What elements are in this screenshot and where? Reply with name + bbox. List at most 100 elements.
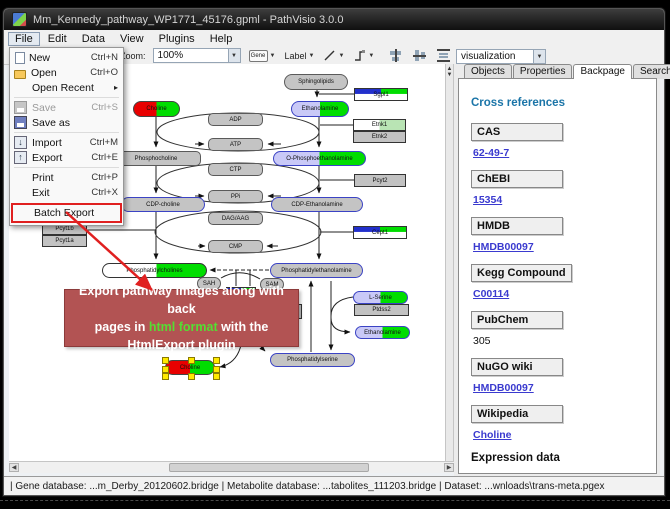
node-phosphatidylcholines[interactable]: Phosphatidylcholines xyxy=(102,263,207,278)
menu-file[interactable]: File xyxy=(8,32,40,46)
menu-view[interactable]: View xyxy=(113,32,151,46)
file-menu-item-new[interactable]: NewCtrl+N xyxy=(11,50,122,65)
node-l-serine[interactable]: L-Serine xyxy=(353,291,408,304)
chevron-down-icon[interactable]: ▼ xyxy=(338,53,344,59)
file-menu-item-import[interactable]: ImportCtrl+M xyxy=(11,135,122,150)
annotation-callout: Export pathway images along with back pa… xyxy=(64,289,299,347)
save-icon xyxy=(14,101,27,114)
chevron-down-icon[interactable]: ▼ xyxy=(309,53,315,59)
file-menu-item-open-recent[interactable]: Open Recent▸ xyxy=(11,80,122,95)
selection-handle[interactable] xyxy=(213,373,220,380)
menu-edit[interactable]: Edit xyxy=(41,32,74,46)
add-label-button[interactable]: Label ▼ xyxy=(283,51,315,61)
toolbar-align-vertical-center-button[interactable] xyxy=(388,49,403,62)
node-etnk2[interactable]: Etnk2 xyxy=(353,131,406,143)
file-menu-item-print[interactable]: PrintCtrl+P xyxy=(11,170,122,185)
selection-handle[interactable] xyxy=(162,373,169,380)
node-o-phosphoethanolamine[interactable]: O-Phosphoethanolamine xyxy=(273,151,366,166)
crossref-link[interactable]: Choline xyxy=(473,429,656,441)
crossref-link[interactable]: HMDB00097 xyxy=(473,382,656,394)
node-label: Pcyt2 xyxy=(372,178,387,184)
file-menu-item-export[interactable]: ExportCtrl+E xyxy=(11,150,122,165)
zoom-combobox[interactable]: 100% ▼ xyxy=(153,48,241,63)
canvas-horizontal-scrollbar[interactable]: ◀ ▶ xyxy=(9,461,454,473)
chevron-down-icon[interactable]: ▼ xyxy=(270,53,276,59)
node-label: ATP xyxy=(230,142,241,148)
connector-tool-button[interactable]: ▼ xyxy=(352,49,375,62)
selection-handle[interactable] xyxy=(162,366,169,373)
menu-item-label: Open xyxy=(31,67,86,79)
node-adp[interactable]: ADP xyxy=(208,113,263,126)
crossref-link[interactable]: 62-49-7 xyxy=(473,147,656,159)
annotation-line-2: pages in html format with the xyxy=(65,318,298,336)
selection-handle[interactable] xyxy=(188,357,195,364)
menu-item-label: Save as xyxy=(32,117,114,129)
file-menu-item-save[interactable]: SaveCtrl+S xyxy=(11,100,122,115)
toolbar-align-horizontal-center-button[interactable] xyxy=(412,49,427,62)
node-label: Pcyt1a xyxy=(55,238,73,244)
selection-handle[interactable] xyxy=(188,373,195,380)
canvas-splitter-scrollbar[interactable]: ▲ ▼ xyxy=(445,64,454,461)
selection-handle[interactable] xyxy=(162,357,169,364)
menu-plugins[interactable]: Plugins xyxy=(152,32,202,46)
node-phosphatidylserine[interactable]: Phosphatidylserine xyxy=(270,353,355,367)
status-text: | Gene database: ...m_Derby_20120602.bri… xyxy=(10,481,604,492)
chevron-down-icon[interactable]: ▼ xyxy=(228,49,240,62)
node-atp[interactable]: ATP xyxy=(208,138,263,151)
node-ppi[interactable]: PPi xyxy=(208,190,263,203)
node-choline[interactable]: Choline xyxy=(165,360,215,375)
file-menu-item-batch-export[interactable]: Batch Export xyxy=(11,203,122,223)
chevron-down-icon[interactable]: ▼ xyxy=(368,53,374,59)
node-ctp[interactable]: CTP xyxy=(208,163,263,176)
node-ptdss2[interactable]: Ptdss2 xyxy=(354,304,409,316)
node-phosphocholine[interactable]: Phosphocholine xyxy=(111,151,201,166)
tab-objects[interactable]: Objects xyxy=(464,64,512,79)
menu-item-label: Print xyxy=(32,172,87,184)
scroll-left-icon[interactable]: ◀ xyxy=(9,463,19,472)
add-gene-button[interactable]: Gene ▼ xyxy=(248,50,277,62)
menu-data[interactable]: Data xyxy=(75,32,112,46)
node-pcyt1a[interactable]: Pcyt1a xyxy=(42,235,87,247)
node-choline[interactable]: Choline xyxy=(133,101,180,117)
menu-help[interactable]: Help xyxy=(203,32,240,46)
selection-handle[interactable] xyxy=(213,357,220,364)
node-dag-aag[interactable]: DAG/AAG xyxy=(208,212,263,225)
scrollbar-thumb[interactable] xyxy=(169,463,369,472)
title-bar[interactable]: Mm_Kennedy_pathway_WP1771_45176.gpml - P… xyxy=(4,9,664,30)
visualization-combobox[interactable]: visualization ▼ xyxy=(456,49,546,64)
new-icon xyxy=(15,52,25,64)
node-label: Ethanolamine xyxy=(364,330,401,336)
crossref-link[interactable]: 15354 xyxy=(473,194,656,206)
crossref-link[interactable]: HMDB00097 xyxy=(473,241,656,253)
node-ethanolamine[interactable]: Ethanolamine xyxy=(291,101,349,117)
selection-handle[interactable] xyxy=(213,366,220,373)
visualization-value: visualization xyxy=(457,51,533,62)
node-cmp[interactable]: CMP xyxy=(208,240,263,253)
node-cept1[interactable]: Cept1 xyxy=(353,226,407,239)
menu-item-label: Import xyxy=(32,137,86,149)
node-sgpl1[interactable]: Sgpl1 xyxy=(354,88,408,101)
line-tool-button[interactable]: ▼ xyxy=(322,49,345,62)
file-menu-item-save-as[interactable]: Save as xyxy=(11,115,122,130)
node-phosphatidylethanolamine[interactable]: Phosphatidylethanolamine xyxy=(270,263,363,278)
node-cdp-choline[interactable]: CDP-choline xyxy=(121,197,205,212)
tab-properties[interactable]: Properties xyxy=(513,64,573,79)
node-label: Phosphatidylserine xyxy=(287,357,338,363)
gene-icon: Gene xyxy=(249,50,268,62)
toolbar-distribute-vertical-button[interactable] xyxy=(436,49,451,62)
collapse-right-icon[interactable]: ▼ xyxy=(447,72,453,78)
node-cdp-ethanolamine[interactable]: CDP-Ethanolamine xyxy=(271,197,363,212)
node-sphingolipids[interactable]: Sphingolipids xyxy=(284,74,348,90)
file-menu-item-exit[interactable]: ExitCtrl+X xyxy=(11,185,122,200)
node-label: Pcyt1b xyxy=(55,226,73,232)
zoom-value: 100% xyxy=(154,50,228,61)
tab-backpage[interactable]: Backpage xyxy=(573,64,631,79)
node-ethanolamine[interactable]: Ethanolamine xyxy=(355,326,410,339)
node-etnk1[interactable]: Etnk1 xyxy=(353,119,406,131)
node-pcyt2[interactable]: Pcyt2 xyxy=(354,174,406,187)
chevron-down-icon[interactable]: ▼ xyxy=(533,50,545,63)
file-menu-item-open[interactable]: OpenCtrl+O xyxy=(11,65,122,80)
crossref-link[interactable]: C00114 xyxy=(473,288,656,300)
tab-search[interactable]: Search xyxy=(633,64,670,79)
scroll-right-icon[interactable]: ▶ xyxy=(444,463,454,472)
